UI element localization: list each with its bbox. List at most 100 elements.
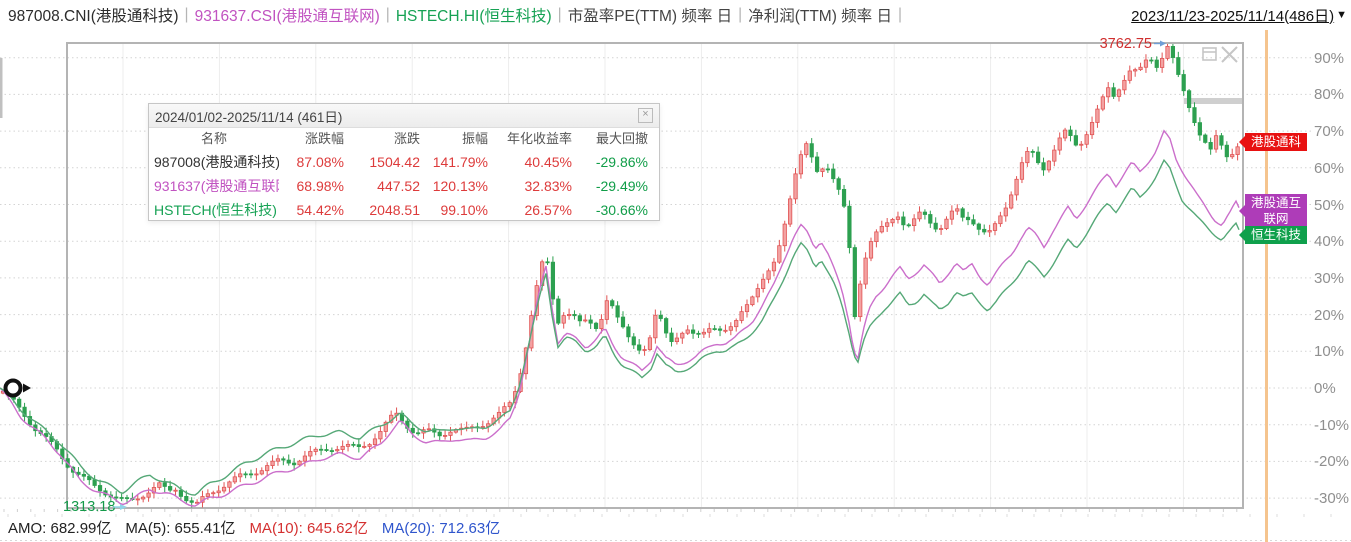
separator: | <box>386 6 390 24</box>
candle-body <box>1139 67 1142 69</box>
volume-stat-3: MA(20): 712.63亿 <box>382 517 500 538</box>
candle-body <box>287 460 290 463</box>
candle-body <box>637 345 640 350</box>
candle-body <box>1020 163 1023 180</box>
candle-body <box>950 211 953 219</box>
candle-body <box>379 431 382 438</box>
series-toggle-3[interactable]: 市盈率PE(TTM) 频率 日 <box>568 4 732 26</box>
axis-tick-label: 30% <box>1314 270 1351 287</box>
candle-body <box>1193 108 1196 123</box>
candle-body <box>567 314 570 315</box>
series-price-tag-1: 港股通互联网 <box>1245 194 1307 228</box>
series-price-tag-2: 恒生科技 <box>1245 226 1307 244</box>
tooltip-col-header: 振幅 <box>429 128 497 150</box>
candle-body <box>363 446 366 447</box>
left-edge-scrollbar[interactable] <box>0 58 3 118</box>
candle-body <box>611 301 614 306</box>
volume-stat-0: AMO: 682.99亿 <box>8 517 111 538</box>
restore-window-icon[interactable] <box>1203 48 1216 60</box>
separator: | <box>558 6 562 24</box>
candle-body <box>1101 97 1104 109</box>
candle-body <box>859 284 862 317</box>
high-value-label: 3762.75 <box>1100 36 1152 52</box>
candle-body <box>346 444 349 446</box>
candle-body <box>168 486 171 490</box>
series-start-arrow-icon <box>23 384 31 393</box>
candle-body <box>249 474 252 475</box>
pane-resize-bar[interactable] <box>1184 98 1242 104</box>
row-value: -29.86% <box>581 150 657 174</box>
comparison-tooltip[interactable]: 2024/01/02-2025/11/14 (461日) × 名称涨跌幅涨跌振幅… <box>148 103 660 221</box>
tooltip-header[interactable]: 2024/01/02-2025/11/14 (461日) × <box>149 104 659 128</box>
series-selector-list: 987008.CNI(港股通科技) | 931637.CSI(港股通互联网) | HST… <box>0 4 908 26</box>
candle-body <box>1187 91 1190 108</box>
candle-body <box>416 433 419 434</box>
row-value: 26.57% <box>497 198 581 222</box>
candle-body <box>821 169 824 172</box>
candle-body <box>562 316 565 324</box>
crosshair-vertical-line[interactable] <box>1265 30 1268 542</box>
date-range-selector[interactable]: 2023/11/23-2025/11/14(486日) ▼ <box>1131 0 1347 30</box>
tooltip-col-header: 涨跌幅 <box>279 128 353 150</box>
candle-body <box>681 333 684 338</box>
candle-body <box>1112 88 1115 97</box>
tooltip-col-header: 涨跌 <box>353 128 429 150</box>
tooltip-close-icon[interactable]: × <box>638 108 653 123</box>
candle-body <box>713 329 716 330</box>
tooltip-row-2: HSTECH(恒生科技)54.42%2048.5199.10%26.57%-30… <box>149 198 659 222</box>
candle-body <box>260 471 263 474</box>
series-toggle-4[interactable]: 净利润(TTM) 频率 日 <box>748 4 892 26</box>
candle-body <box>325 450 328 451</box>
candle-body <box>373 439 376 445</box>
candle-body <box>546 262 549 263</box>
candle-body <box>115 497 118 498</box>
candle-body <box>918 212 921 219</box>
candle-body <box>761 279 764 288</box>
candle-body <box>724 330 727 331</box>
candle-body <box>158 483 161 488</box>
candle-body <box>600 319 603 328</box>
price-chart-canvas[interactable]: 3762.751313.18 <box>0 0 1351 542</box>
candle-body <box>1042 163 1045 170</box>
row-name: 987008(港股通科技) <box>149 150 279 174</box>
row-value: 54.42% <box>279 198 353 222</box>
candle-body <box>578 316 581 321</box>
candle-body <box>330 451 333 452</box>
series-price-tag-0: 港股通科 <box>1245 133 1307 151</box>
row-value: 87.08% <box>279 150 353 174</box>
candle-body <box>929 214 932 223</box>
axis-tick-label: 70% <box>1314 123 1351 140</box>
series-toggle-1[interactable]: 931637.CSI(港股通互联网) <box>195 4 380 26</box>
axis-tick-label: -20% <box>1314 453 1351 470</box>
candle-body <box>1128 71 1131 80</box>
series-toggle-2[interactable]: HSTECH.HI(恒生科技) <box>396 4 552 26</box>
candle-body <box>1107 88 1110 97</box>
candle-body <box>212 493 215 494</box>
series-toggle-0[interactable]: 987008.CNI(港股通科技) <box>8 4 179 26</box>
axis-tick-label: 40% <box>1314 233 1351 250</box>
candle-body <box>368 445 371 447</box>
volume-stat-2: MA(10): 645.62亿 <box>249 517 367 538</box>
candle-body <box>718 329 721 330</box>
series-start-marker[interactable] <box>6 381 21 396</box>
candle-body <box>239 474 242 477</box>
candle-body <box>551 262 554 299</box>
dropdown-arrow-icon[interactable]: ▼ <box>1336 9 1347 21</box>
candle-body <box>255 474 258 475</box>
candle-body <box>141 497 144 499</box>
candle-body <box>1182 75 1185 91</box>
candle-body <box>697 333 700 334</box>
tooltip-row-0: 987008(港股通科技)87.08%1504.42141.79%40.45%-… <box>149 150 659 174</box>
candle-body <box>309 451 312 456</box>
row-value: 40.45% <box>497 150 581 174</box>
date-range-text: 2023/11/23-2025/11/14(486日) <box>1131 5 1334 26</box>
candle-body <box>508 403 511 407</box>
candle-body <box>82 474 85 476</box>
candle-body <box>939 229 942 230</box>
candle-body <box>686 330 689 333</box>
candle-body <box>767 271 770 279</box>
candle-body <box>185 496 188 500</box>
candle-body <box>1004 208 1007 216</box>
candle-body <box>907 225 910 226</box>
candle-body <box>912 219 915 226</box>
